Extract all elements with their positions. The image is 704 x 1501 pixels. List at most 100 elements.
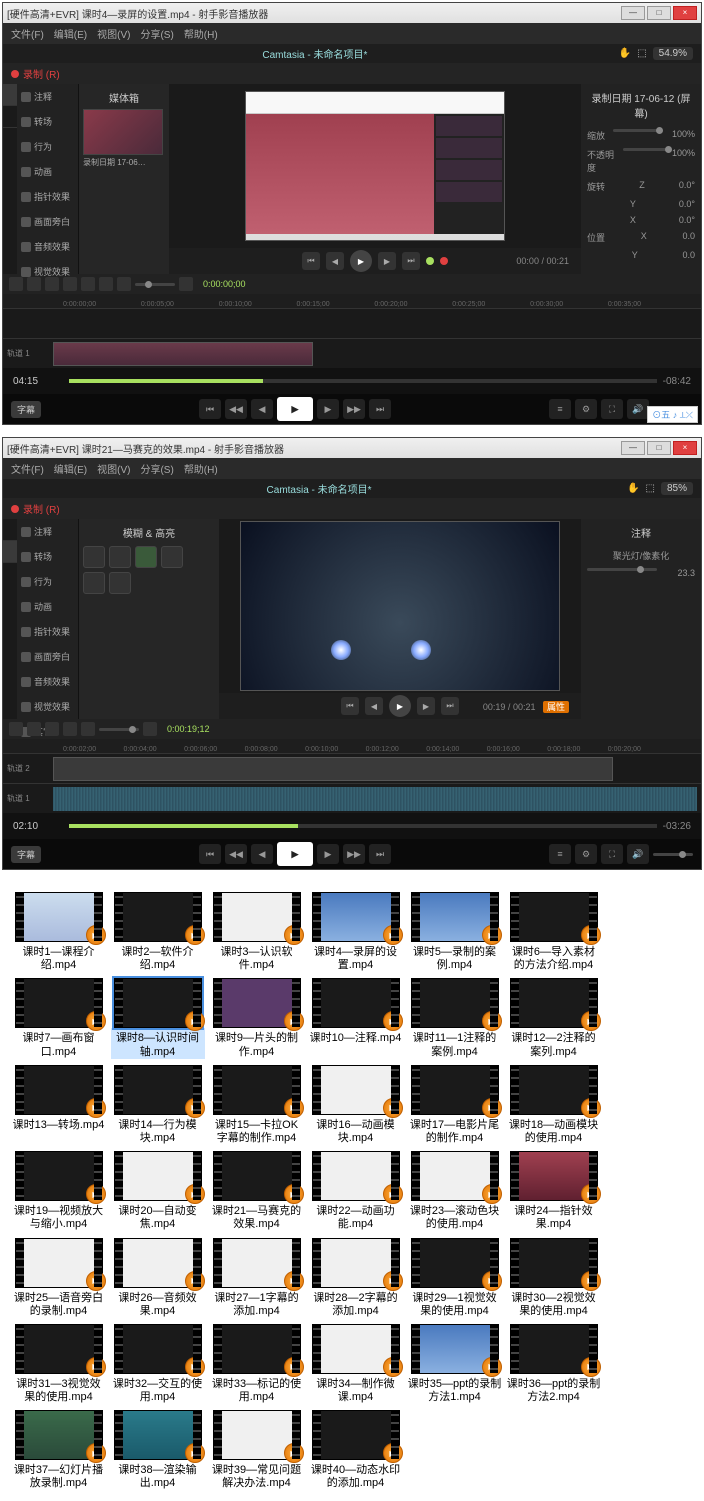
forward-button[interactable]: ▶▶ xyxy=(343,844,365,864)
video-file[interactable]: ▶课时26—音频效果.mp4 xyxy=(109,1238,206,1318)
timeline-ruler[interactable]: 0:00:02;000:00:04;000:00:06;000:00:08;00… xyxy=(3,739,701,753)
timeline-zoom-slider[interactable] xyxy=(135,283,175,286)
seek-bar[interactable] xyxy=(69,379,657,383)
cat-narration[interactable]: 画面旁白 xyxy=(17,644,78,669)
video-file[interactable]: ▶课时11—1注释的案例.mp4 xyxy=(406,978,503,1058)
volume-slider[interactable] xyxy=(653,853,693,856)
zoom-in-icon[interactable] xyxy=(179,277,193,291)
play-button[interactable]: ▶ xyxy=(350,250,372,272)
video-file[interactable]: ▶课时31—3视觉效果的使用.mp4 xyxy=(10,1324,107,1404)
intensity-value[interactable]: 23.3 xyxy=(677,568,695,578)
video-file[interactable]: ▶课时40—动态水印的添加.mp4 xyxy=(307,1410,404,1490)
video-file[interactable]: ▶课时28—2字幕的添加.mp4 xyxy=(307,1238,404,1318)
video-file[interactable]: ▶课时29—1视觉效果的使用.mp4 xyxy=(406,1238,503,1318)
playlist-icon[interactable]: ≡ xyxy=(549,844,571,864)
cat-animations[interactable]: 动画 xyxy=(17,159,78,184)
menu-view[interactable]: 视图(V) xyxy=(97,461,130,476)
video-file[interactable]: ▶课时10—注释.mp4 xyxy=(307,978,404,1058)
record-label[interactable]: 录制 (R) xyxy=(23,66,60,81)
video-file[interactable]: ▶课时25—语音旁白的录制.mp4 xyxy=(10,1238,107,1318)
interactive-tool[interactable] xyxy=(83,572,105,594)
split-button[interactable] xyxy=(99,277,113,291)
cat-audio[interactable]: 音频效果 xyxy=(17,234,78,259)
menu-edit[interactable]: 编辑(E) xyxy=(54,26,87,41)
timeline-ruler[interactable]: 0:00:00;000:00:05;000:00:10;000:00:15;00… xyxy=(3,294,701,308)
video-file[interactable]: ▶课时19—视频放大与缩小.mp4 xyxy=(10,1151,107,1231)
cat-visual[interactable]: 视觉效果 xyxy=(17,694,78,719)
video-file[interactable]: ▶课时21—马赛克的效果.mp4 xyxy=(208,1151,305,1231)
video-file[interactable]: ▶课时33—标记的使用.mp4 xyxy=(208,1324,305,1404)
opacity-slider[interactable] xyxy=(623,148,672,151)
marker-start[interactable] xyxy=(426,257,434,265)
tab-library[interactable] xyxy=(3,106,17,128)
menu-share[interactable]: 分享(S) xyxy=(140,26,173,41)
step-fwd-button[interactable]: ▶ xyxy=(417,697,435,715)
rewind-button[interactable]: ◀◀ xyxy=(225,844,247,864)
cat-narration[interactable]: 画面旁白 xyxy=(17,209,78,234)
zoom-out-icon[interactable] xyxy=(117,277,131,291)
settings-icon[interactable]: ⚙ xyxy=(575,399,597,419)
scale-slider[interactable] xyxy=(613,129,663,132)
canvas[interactable] xyxy=(169,84,581,248)
step-back-button[interactable]: ◀ xyxy=(365,697,383,715)
menu-help[interactable]: 帮助(H) xyxy=(184,26,218,41)
minimize-button[interactable]: — xyxy=(621,6,645,20)
cat-animations[interactable]: 动画 xyxy=(17,594,78,619)
video-file[interactable]: ▶课时2—软件介绍.mp4 xyxy=(109,892,206,972)
cut-button[interactable] xyxy=(45,722,59,736)
video-file[interactable]: ▶课时8—认识时间轴.mp4 xyxy=(109,978,206,1058)
cat-transitions[interactable]: 转场 xyxy=(17,109,78,134)
player-play-button[interactable]: ▶ xyxy=(277,397,313,421)
split-button[interactable] xyxy=(63,722,77,736)
undo-button[interactable] xyxy=(9,277,23,291)
close-button[interactable]: × xyxy=(673,6,697,20)
maximize-button[interactable]: □ xyxy=(647,6,671,20)
video-file[interactable]: ▶课时23—滚动色块的使用.mp4 xyxy=(406,1151,503,1231)
tab-library[interactable] xyxy=(3,541,17,563)
cat-audio[interactable]: 音频效果 xyxy=(17,669,78,694)
video-clip[interactable] xyxy=(53,342,313,366)
video-file[interactable]: ▶课时12—2注释的案列.mp4 xyxy=(505,978,602,1058)
prev-frame-button[interactable]: ⏮ xyxy=(341,697,359,715)
blur-tool[interactable] xyxy=(83,546,105,568)
timeline-track-spacer[interactable] xyxy=(3,308,701,338)
video-file[interactable]: ▶课时36—ppt的录制方法2.mp4 xyxy=(505,1324,602,1404)
video-file[interactable]: ▶课时20—自动变焦.mp4 xyxy=(109,1151,206,1231)
video-file[interactable]: ▶课时39—常见问题解决办法.mp4 xyxy=(208,1410,305,1490)
skip-back-button[interactable]: ⏮ xyxy=(199,844,221,864)
redo-button[interactable] xyxy=(27,277,41,291)
video-file[interactable]: ▶课时1—课程介绍.mp4 xyxy=(10,892,107,972)
attributes-button[interactable]: 属性 xyxy=(543,701,569,713)
video-file[interactable]: ▶课时30—2视觉效果的使用.mp4 xyxy=(505,1238,602,1318)
timeline-track-1[interactable]: 轨道 1 xyxy=(3,783,701,813)
skip-back-button[interactable]: ⏮ xyxy=(199,399,221,419)
video-file[interactable]: ▶课时27—1字幕的添加.mp4 xyxy=(208,1238,305,1318)
hand-icon[interactable]: ✋ xyxy=(627,483,639,494)
next-button[interactable]: ▶ xyxy=(317,399,339,419)
cat-cursor[interactable]: 指针效果 xyxy=(17,184,78,209)
video-file[interactable]: ▶课时17—电影片尾的制作.mp4 xyxy=(406,1065,503,1145)
video-file[interactable]: ▶课时34—制作微课.mp4 xyxy=(307,1324,404,1404)
settings-icon[interactable]: ⚙ xyxy=(575,844,597,864)
video-file[interactable]: ▶课时5—录制的案例.mp4 xyxy=(406,892,503,972)
video-file[interactable]: ▶课时9—片头的制作.mp4 xyxy=(208,978,305,1058)
video-file[interactable]: ▶课时37—幻灯片播放录制.mp4 xyxy=(10,1410,107,1490)
video-file[interactable]: ▶课时6—导入素材的方法介绍.mp4 xyxy=(505,892,602,972)
rewind-button[interactable]: ◀◀ xyxy=(225,399,247,419)
menu-file[interactable]: 文件(F) xyxy=(11,26,44,41)
seek-bar[interactable] xyxy=(69,824,657,828)
video-file[interactable]: ▶课时7—画布窗口.mp4 xyxy=(10,978,107,1058)
maximize-button[interactable]: □ xyxy=(647,441,671,455)
prev-frame-button[interactable]: ⏮ xyxy=(302,252,320,270)
paste-button[interactable] xyxy=(81,277,95,291)
video-file[interactable]: ▶课时38—渲染输出.mp4 xyxy=(109,1410,206,1490)
timeline-track-1[interactable]: 轨道 1 xyxy=(3,338,701,368)
canvas[interactable] xyxy=(219,519,581,693)
subtitle-button[interactable]: 字幕 xyxy=(11,846,41,863)
skip-fwd-button[interactable]: ⏭ xyxy=(369,399,391,419)
cut-button[interactable] xyxy=(45,277,59,291)
playlist-icon[interactable]: ≡ xyxy=(549,399,571,419)
menu-view[interactable]: 视图(V) xyxy=(97,26,130,41)
zoom-out-icon[interactable] xyxy=(81,722,95,736)
step-fwd-button[interactable]: ▶ xyxy=(378,252,396,270)
